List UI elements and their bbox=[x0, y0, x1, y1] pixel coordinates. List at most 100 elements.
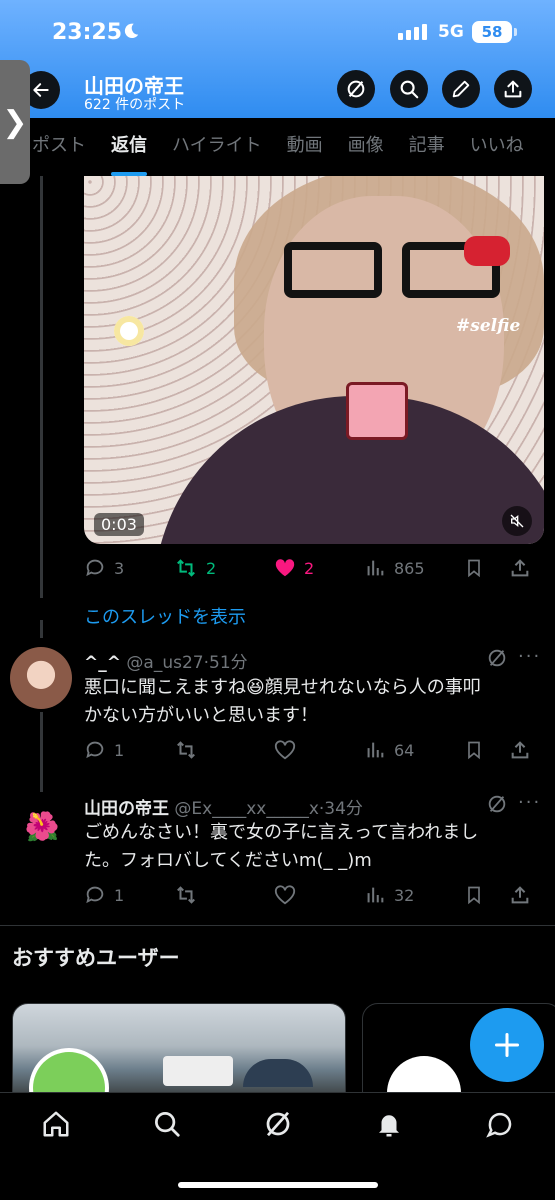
views-button[interactable]: 64 bbox=[364, 739, 464, 761]
home-indicator bbox=[178, 1182, 378, 1188]
like-button[interactable] bbox=[274, 884, 364, 906]
bookmark-icon bbox=[468, 741, 480, 760]
author-name[interactable]: ^_^ bbox=[84, 653, 121, 673]
bookmark-button[interactable] bbox=[464, 739, 509, 761]
tab-likes[interactable]: いいね bbox=[470, 118, 524, 176]
author-handle[interactable]: @a_us27 bbox=[126, 653, 203, 673]
repost-button[interactable] bbox=[174, 884, 274, 906]
home-icon bbox=[43, 1111, 69, 1137]
like-button[interactable] bbox=[274, 739, 364, 761]
moon-icon bbox=[124, 23, 139, 39]
more-icon[interactable]: ··· bbox=[518, 792, 544, 813]
reply-actions: 1 32 bbox=[84, 880, 544, 910]
heart-icon bbox=[274, 740, 296, 760]
edit-button[interactable] bbox=[442, 70, 480, 108]
tab-posts[interactable]: ポスト bbox=[32, 118, 86, 176]
views-icon bbox=[367, 742, 384, 758]
reply-header: 山田の帝王 @Ex____xx_____x·34分 bbox=[84, 799, 363, 819]
show-thread-link[interactable]: このスレッドを表示 bbox=[84, 603, 246, 629]
comment-icon bbox=[86, 559, 104, 577]
nav-grok[interactable] bbox=[261, 1107, 295, 1141]
grok-button[interactable] bbox=[337, 70, 375, 108]
upload-icon bbox=[511, 741, 529, 759]
thread-line bbox=[40, 712, 43, 792]
share-button[interactable] bbox=[494, 70, 532, 108]
views-button[interactable]: 32 bbox=[364, 884, 464, 906]
user-card[interactable] bbox=[12, 1003, 346, 1098]
tab-replies[interactable]: 返信 bbox=[111, 118, 147, 176]
views-icon bbox=[367, 887, 384, 903]
search-button[interactable] bbox=[390, 70, 428, 108]
repost-button[interactable] bbox=[174, 739, 274, 761]
post-time: 51分 bbox=[209, 653, 248, 673]
repost-count: 2 bbox=[206, 558, 217, 578]
plus-icon bbox=[494, 1032, 520, 1058]
mute-button[interactable] bbox=[502, 506, 532, 536]
comment-icon bbox=[86, 886, 104, 904]
avatar[interactable]: 🌺 bbox=[22, 806, 62, 846]
post-count: 622 件のポスト bbox=[84, 97, 186, 113]
flower-sticker bbox=[114, 316, 144, 346]
compose-button[interactable] bbox=[470, 1008, 544, 1082]
more-icon[interactable]: ··· bbox=[518, 646, 544, 667]
reply-text: ごめんなさい！裏で女の子に言えって言われまし た。フォロバしてくださいm(_ _… bbox=[84, 822, 479, 871]
repost-icon bbox=[177, 741, 195, 759]
post-actions: 3 2 2 865 bbox=[84, 553, 544, 583]
grok-icon[interactable] bbox=[486, 647, 508, 669]
repost-icon bbox=[177, 559, 195, 577]
like-button[interactable]: 2 bbox=[274, 557, 364, 579]
share-post-button[interactable] bbox=[509, 884, 531, 906]
chevron-right-icon: ❯ bbox=[2, 104, 28, 140]
grok-icon bbox=[347, 80, 365, 98]
upload-icon bbox=[511, 886, 529, 904]
reply-button[interactable]: 1 bbox=[84, 884, 174, 906]
reply-count: 3 bbox=[114, 558, 125, 578]
reply-button[interactable]: 3 bbox=[84, 557, 174, 579]
tab-images[interactable]: 画像 bbox=[348, 118, 384, 176]
side-handle[interactable]: ❯ bbox=[0, 60, 30, 184]
battery-icon: 58 bbox=[472, 21, 517, 43]
cake-sticker bbox=[346, 382, 408, 440]
tab-articles[interactable]: 記事 bbox=[409, 118, 445, 176]
bow-sticker bbox=[464, 236, 510, 266]
chat-bubble-icon bbox=[486, 1112, 512, 1138]
comment-icon bbox=[86, 741, 104, 759]
nav-home[interactable] bbox=[39, 1107, 73, 1141]
repost-button[interactable]: 2 bbox=[174, 557, 274, 579]
repost-icon bbox=[177, 886, 195, 904]
like-count: 2 bbox=[304, 558, 315, 578]
grok-icon[interactable] bbox=[486, 793, 508, 815]
upload-icon bbox=[504, 80, 522, 98]
reply-actions: 1 64 bbox=[84, 735, 544, 765]
search-icon bbox=[400, 80, 419, 99]
bookmark-button[interactable] bbox=[464, 884, 509, 906]
selfie-text: #selfie bbox=[456, 316, 521, 336]
bell-icon bbox=[379, 1115, 399, 1137]
video-duration: 0:03 bbox=[94, 513, 144, 536]
network-label: 5G bbox=[438, 22, 464, 42]
author-handle[interactable]: @Ex____xx_____x bbox=[174, 799, 318, 819]
thread-line bbox=[40, 620, 43, 638]
nav-notifications[interactable] bbox=[372, 1107, 406, 1141]
upload-icon bbox=[511, 559, 529, 577]
recommend-title: おすすめユーザー bbox=[12, 946, 180, 970]
bookmark-button[interactable] bbox=[464, 557, 509, 579]
share-post-button[interactable] bbox=[509, 557, 531, 579]
bookmark-icon bbox=[468, 886, 480, 905]
search-icon bbox=[155, 1112, 180, 1137]
share-post-button[interactable] bbox=[509, 739, 531, 761]
reply-button[interactable]: 1 bbox=[84, 739, 174, 761]
video-player[interactable]: #selfie 0:03 bbox=[84, 176, 544, 544]
avatar[interactable] bbox=[10, 647, 72, 709]
views-button[interactable]: 865 bbox=[364, 557, 464, 579]
profile-header: 23:25 5G 58 山田の帝王 622 件のポスト bbox=[0, 0, 555, 118]
author-name[interactable]: 山田の帝王 bbox=[84, 799, 169, 819]
thread-line bbox=[40, 176, 43, 598]
nav-messages[interactable] bbox=[483, 1107, 517, 1141]
reply-count: 1 bbox=[114, 740, 125, 760]
tab-highlights[interactable]: ハイライト bbox=[172, 118, 262, 176]
reply-text: 悪口に聞こえますね😆顔見せれないなら人の事叩 かない方がいいと思います！ bbox=[84, 677, 481, 726]
nav-search[interactable] bbox=[150, 1107, 184, 1141]
tab-videos[interactable]: 動画 bbox=[287, 118, 323, 176]
heart-filled-icon bbox=[275, 559, 295, 577]
